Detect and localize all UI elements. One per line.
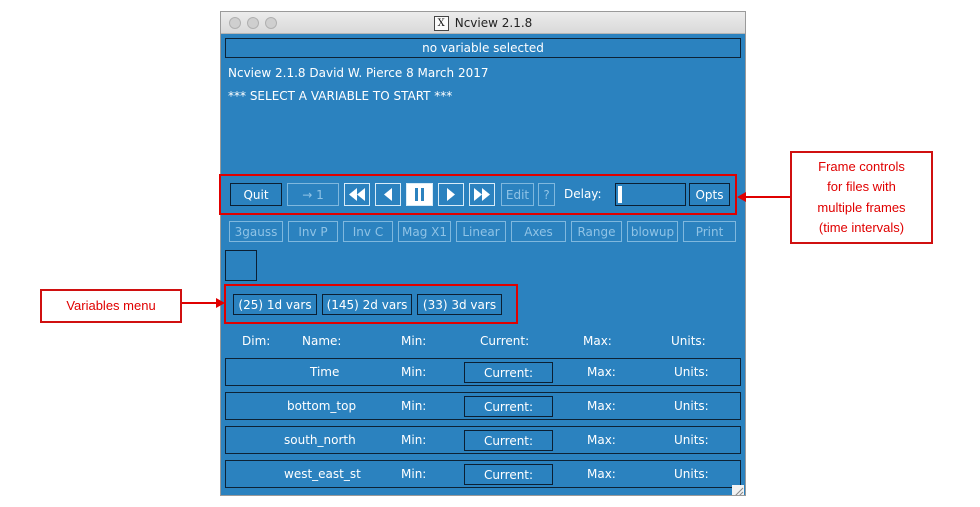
status-text: no variable selected	[422, 41, 544, 55]
variables-menu-callout-text: Variables menu	[66, 297, 156, 313]
name-header: Name:	[302, 334, 342, 348]
dim-units: Units:	[674, 399, 709, 413]
dim-name: bottom_top	[287, 399, 357, 413]
toolbar-axes[interactable]: Axes	[511, 221, 566, 242]
callout-line: (time intervals)	[818, 219, 905, 235]
dim-row-west-east: west_east_st Min: Current: Max: Units:	[225, 460, 741, 488]
window-title: Ncview 2.1.8	[454, 16, 533, 30]
toolbar-linear[interactable]: Linear	[456, 221, 506, 242]
ncview-window: X Ncview 2.1.8 no variable selected Ncvi…	[220, 11, 746, 496]
dim-max: Max:	[587, 433, 616, 447]
arrow-to-variables-menu-icon	[182, 298, 225, 308]
dim-header: Dim:	[242, 334, 271, 348]
dim-current-button[interactable]: Current:	[464, 464, 553, 485]
max-header: Max:	[583, 334, 612, 348]
dim-name: Time	[310, 365, 340, 379]
variables-menu-callout: Variables menu	[40, 289, 182, 323]
min-header: Min:	[401, 334, 427, 348]
toolbar-range[interactable]: Range	[571, 221, 622, 242]
callout-line: for files with	[827, 179, 896, 195]
toolbar-print[interactable]: Print	[683, 221, 736, 242]
dim-current-button[interactable]: Current:	[464, 396, 553, 417]
dim-current-button[interactable]: Current:	[464, 430, 553, 451]
status-bar: no variable selected	[225, 38, 741, 58]
dim-row-time: Time Min: Current: Max: Units:	[225, 358, 741, 386]
dim-min: Min:	[401, 365, 427, 379]
dim-max: Max:	[587, 467, 616, 481]
info-line-instruction: *** SELECT A VARIABLE TO START ***	[228, 89, 453, 103]
variables-menu-highlight	[224, 284, 518, 324]
dim-row-south-north: south_north Min: Current: Max: Units:	[225, 426, 741, 454]
current-header: Current:	[480, 334, 530, 348]
info-line-version: Ncview 2.1.8 David W. Pierce 8 March 201…	[228, 66, 489, 80]
frame-controls-highlight	[219, 174, 737, 215]
dim-units: Units:	[674, 365, 709, 379]
title-bar[interactable]: X Ncview 2.1.8	[221, 12, 745, 34]
toolbar-3gauss[interactable]: 3gauss	[229, 221, 283, 242]
dim-current-button[interactable]: Current:	[464, 362, 553, 383]
callout-line: Frame controls	[818, 159, 905, 175]
resize-grip-icon[interactable]	[732, 482, 744, 495]
dim-max: Max:	[587, 365, 616, 379]
colorbar-placeholder	[225, 250, 257, 281]
toolbar-mag-x1[interactable]: Mag X1	[398, 221, 451, 242]
units-header: Units:	[671, 334, 706, 348]
dim-units: Units:	[674, 467, 709, 481]
callout-line: multiple frames	[817, 199, 906, 215]
x11-icon: X	[433, 15, 449, 31]
dim-min: Min:	[401, 467, 427, 481]
dim-max: Max:	[587, 399, 616, 413]
arrow-to-frame-controls-icon	[737, 192, 790, 202]
toolbar-inv-c[interactable]: Inv C	[343, 221, 393, 242]
dim-name: south_north	[284, 433, 356, 447]
dim-name: west_east_st	[284, 467, 361, 481]
frame-controls-callout: Frame controls for files with multiple f…	[790, 151, 933, 244]
dim-min: Min:	[401, 399, 427, 413]
toolbar-inv-p[interactable]: Inv P	[288, 221, 338, 242]
dim-min: Min:	[401, 433, 427, 447]
dim-units: Units:	[674, 433, 709, 447]
toolbar-blowup[interactable]: blowup	[627, 221, 678, 242]
dim-row-bottom-top: bottom_top Min: Current: Max: Units:	[225, 392, 741, 420]
title-wrap: X Ncview 2.1.8	[221, 12, 745, 34]
